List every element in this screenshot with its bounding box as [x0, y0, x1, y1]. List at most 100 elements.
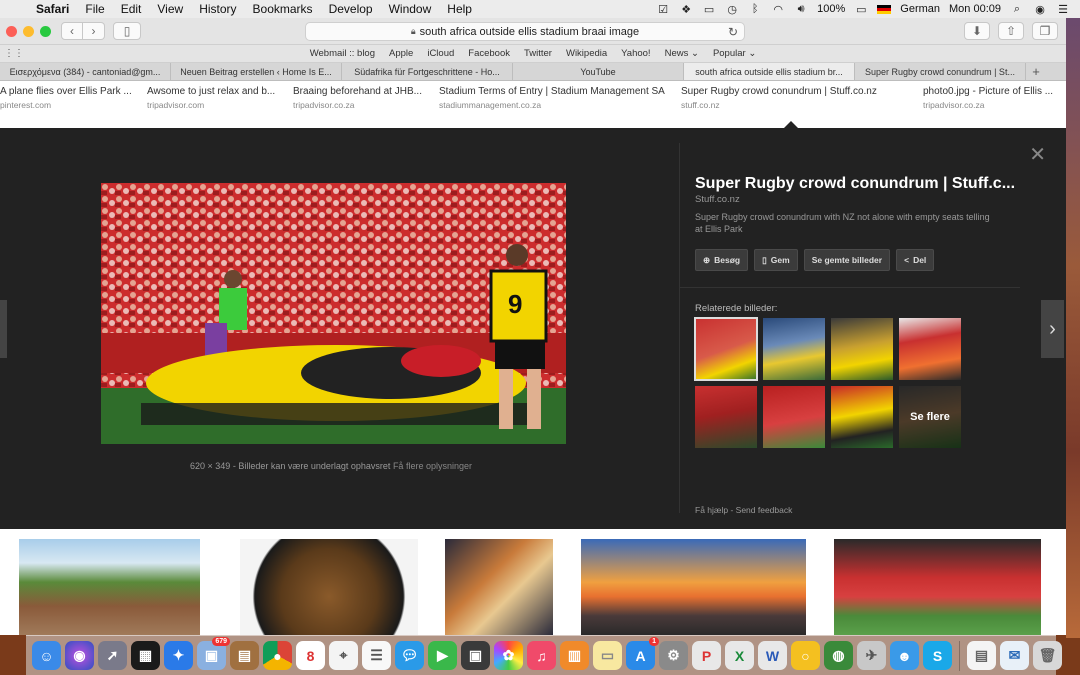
new-tab-plus-icon[interactable]: + — [1026, 63, 1046, 80]
tab[interactable]: Südafrika für Fortgeschrittene - Ho... — [342, 63, 513, 80]
rugby-scrum-image[interactable]: 9 — [101, 183, 566, 444]
reminders-icon[interactable]: ☰ — [362, 641, 391, 670]
input-language[interactable]: German — [900, 3, 940, 15]
menu-window[interactable]: Window — [381, 2, 440, 16]
stickies-icon[interactable]: ▭ — [593, 641, 622, 670]
messages-icon[interactable]: 💬︎ — [395, 641, 424, 670]
wifi-icon[interactable]: ◠ — [771, 3, 785, 16]
zoom-window-button[interactable] — [40, 25, 51, 37]
menu-edit[interactable]: Edit — [113, 2, 150, 16]
next-image-chevron-icon[interactable]: › — [1041, 300, 1064, 358]
siri-app-icon[interactable]: ◉ — [65, 641, 94, 670]
facetime-icon[interactable]: ▶ — [428, 641, 457, 670]
result-image-city-sunset[interactable] — [581, 539, 806, 635]
view-saved-button[interactable]: Se gemte billeder — [803, 249, 891, 271]
preview-site[interactable]: Stuff.co.nz — [695, 194, 1015, 205]
mail-stack-icon[interactable]: ✉ — [1000, 641, 1029, 670]
launchpad-icon[interactable]: ➚ — [98, 641, 127, 670]
menu-view[interactable]: View — [149, 2, 191, 16]
result-item[interactable]: photo0.jpg - Picture of Ellis ... tripad… — [923, 82, 1066, 110]
maps-icon[interactable]: ⌖ — [329, 641, 358, 670]
powerpoint-icon[interactable]: P — [692, 641, 721, 670]
favorite-link[interactable]: Wikipedia — [566, 48, 607, 59]
minimize-window-button[interactable] — [23, 25, 34, 37]
notebook-icon[interactable]: ▤ — [230, 641, 259, 670]
menu-history[interactable]: History — [191, 2, 244, 16]
menu-app-safari[interactable]: Safari — [28, 2, 77, 16]
result-item[interactable]: Awsome to just relax and b... tripadviso… — [147, 82, 292, 110]
result-item[interactable]: Stadium Terms of Entry | Stadium Managem… — [439, 82, 669, 110]
related-image-thumb[interactable] — [831, 386, 893, 448]
send-feedback-link[interactable]: Send feedback — [736, 505, 793, 515]
airplay-icon[interactable]: ▭ — [702, 3, 716, 16]
share-button-icon[interactable]: ⇧ — [998, 22, 1024, 40]
result-image-braai-grill[interactable] — [240, 539, 418, 635]
tab[interactable]: Εισερχόμενα (384) - cantoniad@gm... — [0, 63, 171, 80]
system-preferences-icon[interactable]: ⚙ — [659, 641, 688, 670]
volume-icon[interactable]: 🔊︎ — [794, 3, 808, 15]
photos-icon[interactable]: ✿ — [494, 641, 523, 670]
ibooks-icon[interactable]: ▥ — [560, 641, 589, 670]
previous-image-button[interactable] — [0, 300, 7, 358]
reload-icon[interactable]: ↻ — [728, 25, 738, 39]
photos-preview-icon[interactable]: ▣ 679 — [197, 637, 230, 670]
tab[interactable]: Super Rugby crowd conundrum | St... — [855, 63, 1026, 80]
close-window-button[interactable] — [6, 25, 17, 37]
utility-app-icon[interactable]: ✈ — [857, 641, 886, 670]
tab-active[interactable]: south africa outside ellis stadium br... — [684, 63, 855, 80]
clock[interactable]: Mon 00:09 — [949, 3, 1001, 15]
calendar-icon[interactable]: 8 — [296, 641, 325, 670]
result-image-garden[interactable] — [19, 539, 200, 635]
see-more-thumb[interactable]: Se flere — [899, 386, 961, 448]
menu-bookmarks[interactable]: Bookmarks — [245, 2, 321, 16]
photo-booth-icon[interactable]: ▣ — [461, 641, 490, 670]
word-icon[interactable]: W — [758, 641, 787, 670]
address-bar[interactable]: 🔒︎ south africa outside ellis stadium br… — [305, 22, 745, 41]
app-store-icon[interactable]: A1 — [626, 637, 659, 670]
tab[interactable]: YouTube — [513, 63, 684, 80]
favorite-link[interactable]: Apple — [389, 48, 413, 59]
itunes-icon[interactable]: ♫ — [527, 641, 556, 670]
bluetooth-icon[interactable]: ᛒ — [748, 3, 762, 15]
checkbox-status-icon[interactable]: ☑ — [656, 3, 670, 16]
close-preview-icon[interactable]: ✕ — [1029, 142, 1046, 167]
share-button[interactable]: < Del — [896, 249, 935, 271]
result-image-food[interactable] — [445, 539, 553, 635]
ring-app-icon[interactable]: ○ — [791, 641, 820, 670]
result-item-selected[interactable]: Super Rugby crowd conundrum | Stuff.co.n… — [681, 82, 911, 110]
favorite-link[interactable]: Yahoo! — [621, 48, 650, 59]
help-link[interactable]: Få hjælp — [695, 505, 728, 515]
mission-control-icon[interactable]: ▦ — [131, 641, 160, 670]
related-image-thumb[interactable] — [831, 318, 893, 380]
downloads-icon[interactable]: ⬇ — [964, 22, 990, 40]
battery-percentage[interactable]: 100% — [817, 3, 845, 15]
document-stack-icon[interactable]: ▤ — [967, 641, 996, 670]
finder-icon[interactable]: ☺ — [32, 641, 61, 670]
excel-icon[interactable]: X — [725, 641, 754, 670]
favorite-link[interactable]: Facebook — [468, 48, 510, 59]
related-image-thumb[interactable] — [899, 318, 961, 380]
trash-icon[interactable]: 🗑︎ — [1033, 641, 1062, 670]
related-image-thumb[interactable] — [694, 317, 758, 381]
favorite-link[interactable]: Webmail :: blog — [310, 48, 375, 59]
result-item[interactable]: A plane flies over Ellis Park ... pinter… — [0, 82, 145, 128]
tab-overview-icon[interactable]: ❐ — [1032, 22, 1058, 40]
german-flag-icon[interactable] — [877, 4, 892, 14]
notification-center-icon[interactable]: ☰ — [1056, 3, 1070, 16]
back-button[interactable]: ‹ — [61, 22, 83, 40]
globe-app-icon[interactable]: ◍ — [824, 641, 853, 670]
related-image-thumb[interactable] — [763, 318, 825, 380]
favorite-link[interactable]: Popular ⌄ — [713, 48, 756, 59]
favorite-link[interactable]: Twitter — [524, 48, 552, 59]
sidebar-toggle-icon[interactable]: ▯ — [113, 22, 141, 40]
preview-title[interactable]: Super Rugby crowd conundrum | Stuff.c... — [695, 175, 1015, 193]
tab[interactable]: Neuen Beitrag erstellen ‹ Home Is E... — [171, 63, 342, 80]
battery-icon[interactable]: ▭ — [854, 3, 868, 16]
menu-file[interactable]: File — [77, 2, 112, 16]
favorite-link[interactable]: iCloud — [427, 48, 454, 59]
related-image-thumb[interactable] — [763, 386, 825, 448]
result-item[interactable]: Braaing beforehand at JHB... tripadvisor… — [293, 82, 438, 110]
menu-develop[interactable]: Develop — [321, 2, 381, 16]
safari-icon[interactable]: ✦ — [164, 641, 193, 670]
dropbox-icon[interactable]: ❖ — [679, 3, 693, 16]
